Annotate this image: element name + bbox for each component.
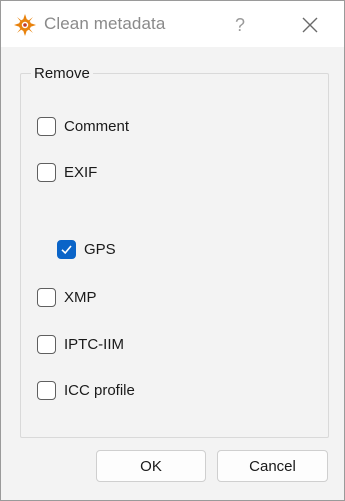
checkbox-icc-profile[interactable] xyxy=(37,380,56,400)
title-bar: Clean metadata ? xyxy=(1,1,344,47)
checkmark-icon xyxy=(61,244,72,254)
option-label: IPTC-IIM xyxy=(64,335,124,353)
close-icon xyxy=(293,17,327,45)
checkbox-xmp[interactable] xyxy=(37,287,56,307)
option-label: EXIF xyxy=(64,163,98,181)
option-label: Comment xyxy=(64,117,130,135)
cancel-button[interactable]: Cancel xyxy=(217,450,328,482)
clean-metadata-dialog: Clean metadata ? Remove Comment EXIF GPS… xyxy=(0,0,345,501)
app-icon xyxy=(14,14,36,36)
option-iptc-iim[interactable]: IPTC-IIM xyxy=(37,333,124,355)
checkbox-gps[interactable] xyxy=(57,239,76,259)
option-exif[interactable]: EXIF xyxy=(37,161,97,183)
groupbox-label: Remove xyxy=(31,65,93,82)
ok-button[interactable]: OK xyxy=(96,450,206,482)
checkbox-iptc-iim[interactable] xyxy=(37,334,56,354)
option-gps[interactable]: GPS xyxy=(57,238,116,260)
checkbox-exif[interactable] xyxy=(37,162,56,182)
option-xmp[interactable]: XMP xyxy=(37,286,97,308)
option-label: GPS xyxy=(84,240,116,258)
option-comment[interactable]: Comment xyxy=(37,115,129,137)
window-title: Clean metadata xyxy=(44,14,166,33)
option-label: ICC profile xyxy=(64,381,135,399)
help-button[interactable]: ? xyxy=(223,9,257,41)
close-button[interactable] xyxy=(293,9,327,41)
option-icc-profile[interactable]: ICC profile xyxy=(37,379,135,401)
dialog-body: Remove Comment EXIF GPS XMP IPTC-IIM ICC… xyxy=(1,47,344,500)
option-label: XMP xyxy=(64,288,97,306)
checkbox-comment[interactable] xyxy=(37,116,56,136)
